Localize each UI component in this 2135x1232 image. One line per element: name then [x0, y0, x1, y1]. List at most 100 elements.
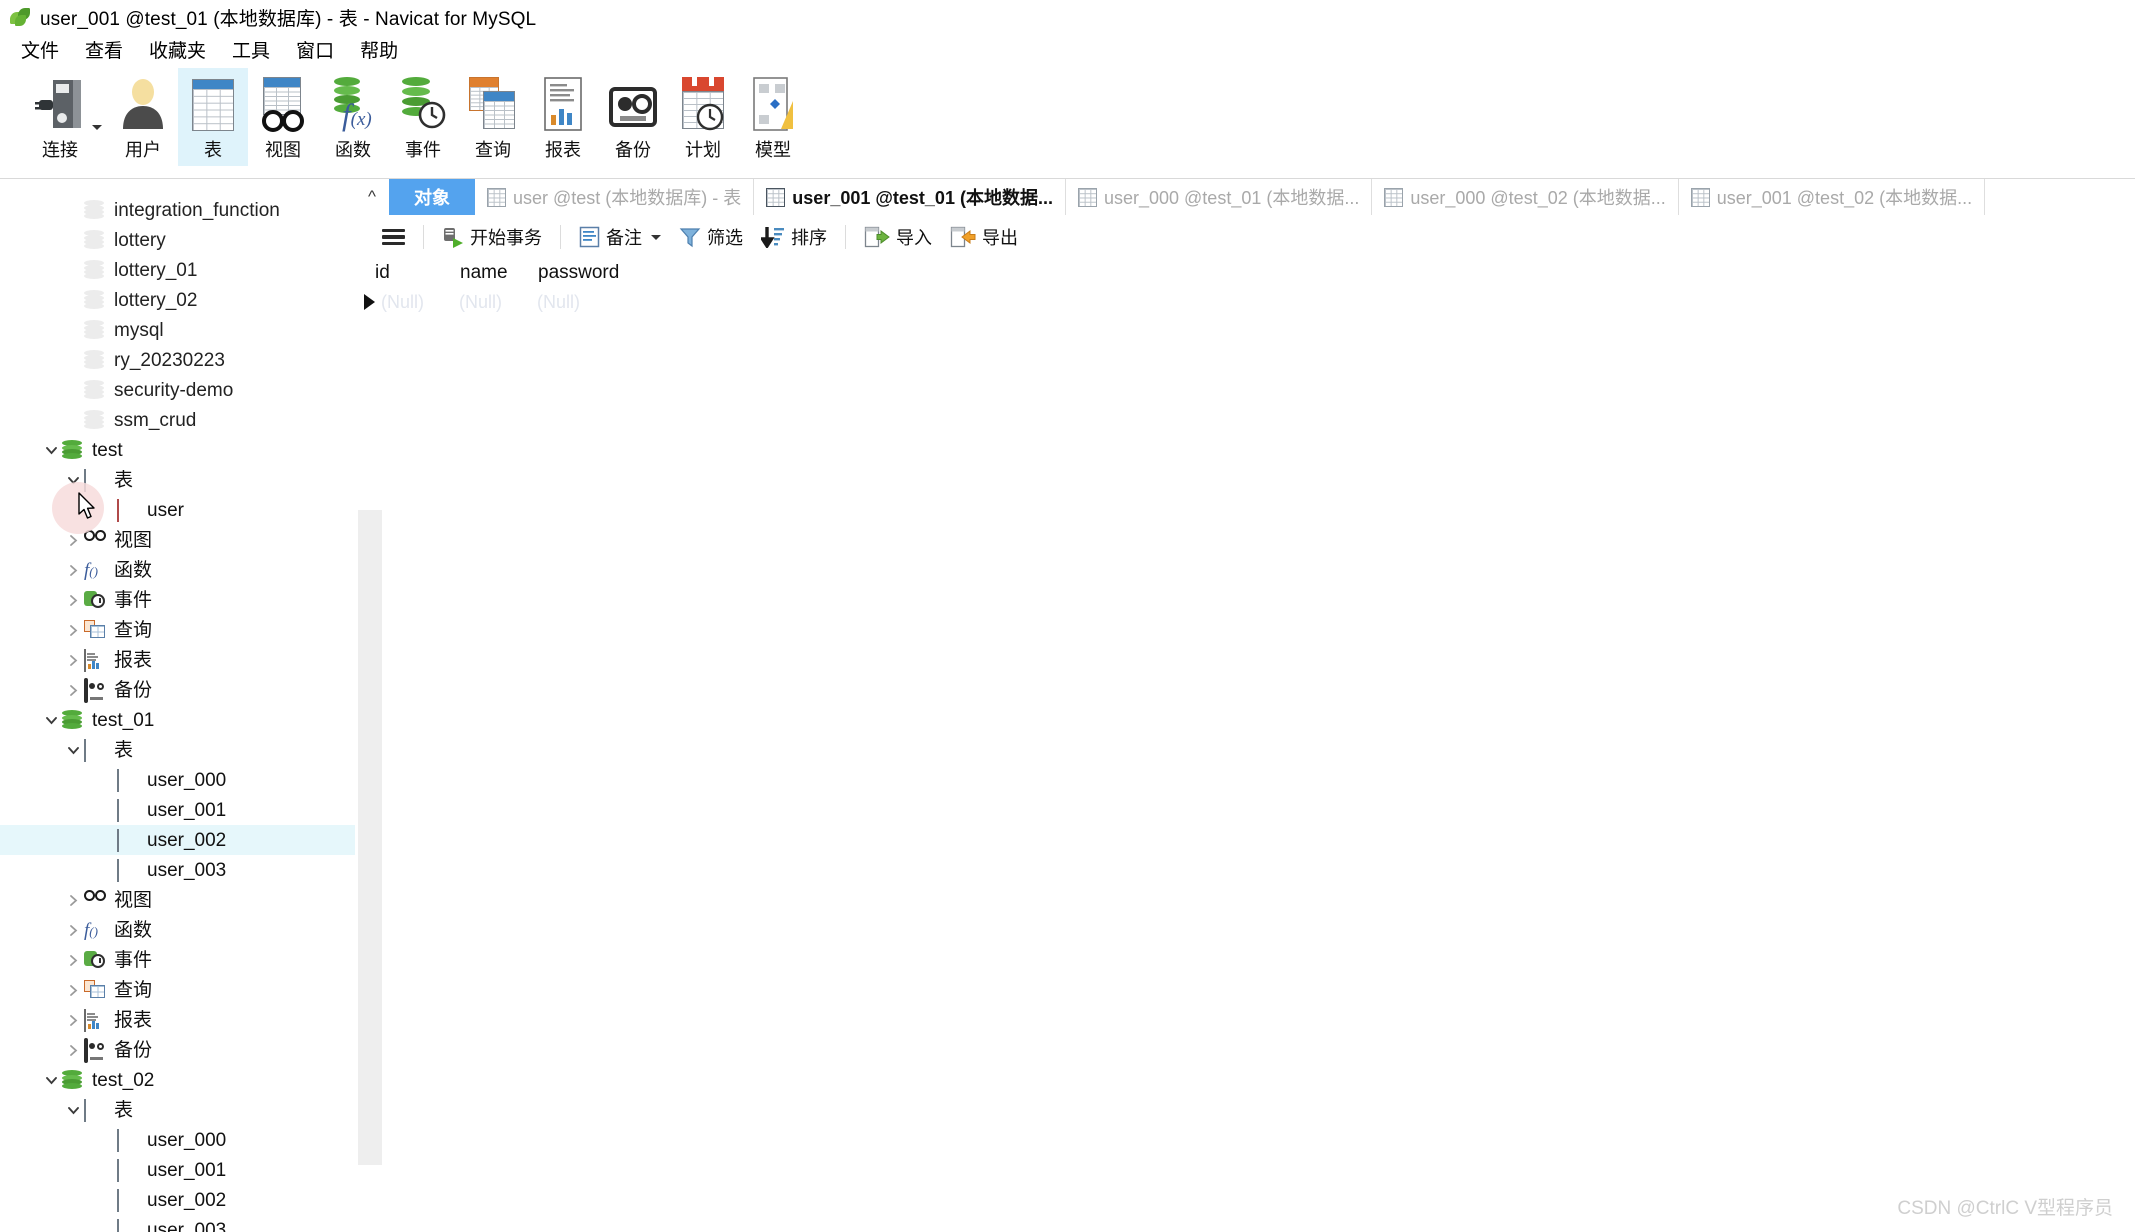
table-row[interactable]: (Null) (Null) (Null) [355, 288, 2135, 316]
tree-node--12[interactable]: f() 函数 [0, 555, 355, 585]
tree-node-user_003-22[interactable]: user_003 [0, 855, 355, 885]
toolbar-event-button[interactable]: 事件 [388, 68, 458, 166]
tree-node--15[interactable]: 报表 [0, 645, 355, 675]
toolbar-schedule-button[interactable]: 计划 [668, 68, 738, 166]
connection-dropdown-caret[interactable] [92, 125, 102, 130]
tree-node-label: ssm_crud [114, 409, 197, 431]
sidebar-scrollbar-thumb[interactable] [358, 510, 382, 1165]
chevron-right-icon[interactable] [62, 1044, 84, 1057]
tree-node--26[interactable]: 查询 [0, 975, 355, 1005]
chevron-right-icon[interactable] [62, 594, 84, 607]
filter-button[interactable]: 筛选 [670, 222, 752, 252]
chevron-down-icon[interactable] [62, 474, 84, 487]
tree-node-user_002-21[interactable]: user_002 [0, 825, 355, 855]
tree-node-user_000-19[interactable]: user_000 [0, 765, 355, 795]
chevron-right-icon[interactable] [62, 894, 84, 907]
tree-node-test_01-17[interactable]: test_01 [0, 705, 355, 735]
begin-transaction-button[interactable]: 开始事务 [433, 222, 551, 252]
tree-node--13[interactable]: 事件 [0, 585, 355, 615]
tree-node-user-10[interactable]: user [0, 495, 355, 525]
menu-tools[interactable]: 工具 [219, 34, 283, 65]
tree-node-label: user_002 [147, 829, 227, 851]
chevron-down-icon[interactable] [40, 1074, 62, 1087]
tree-node--25[interactable]: 事件 [0, 945, 355, 975]
menu-file[interactable]: 文件 [8, 34, 72, 65]
tree-node--28[interactable]: 备份 [0, 1035, 355, 1065]
tree-node-lottery_02-3[interactable]: lottery_02 [0, 285, 355, 315]
tab-user000-test02[interactable]: user_000 @test_02 (本地数据... [1372, 179, 1679, 215]
tree-node-ssm_crud-7[interactable]: ssm_crud [0, 405, 355, 435]
tree-node-user_002-33[interactable]: user_002 [0, 1185, 355, 1215]
menu-view[interactable]: 查看 [72, 34, 136, 65]
tree-node-integration_function-0[interactable]: integration_function [0, 195, 355, 225]
tree-node-mysql-4[interactable]: mysql [0, 315, 355, 345]
menu-help[interactable]: 帮助 [347, 34, 411, 65]
tree-node--30[interactable]: 表 [0, 1095, 355, 1125]
toolbar-connection-button[interactable]: 连接 [12, 68, 108, 166]
export-button[interactable]: 导出 [941, 222, 1027, 252]
database-tree[interactable]: integration_function lottery lottery_01 lot… [0, 195, 355, 1232]
toolbar-report-button[interactable]: 报表 [528, 68, 598, 166]
toolbar-user-button[interactable]: 用户 [108, 68, 178, 166]
tree-node--24[interactable]: f() 函数 [0, 915, 355, 945]
chevron-down-icon[interactable] [40, 714, 62, 727]
menu-window[interactable]: 窗口 [283, 34, 347, 65]
chevron-right-icon[interactable] [62, 654, 84, 667]
tree-node--9[interactable]: 表 [0, 465, 355, 495]
tree-node--14[interactable]: 查询 [0, 615, 355, 645]
tab-user001-test02[interactable]: user_001 @test_02 (本地数据... [1678, 179, 1986, 215]
chevron-right-icon[interactable] [62, 924, 84, 937]
grid-menu-button[interactable] [373, 223, 414, 251]
chevron-right-icon[interactable] [62, 534, 84, 547]
chevron-down-icon[interactable] [62, 1104, 84, 1117]
chevron-right-icon[interactable] [62, 624, 84, 637]
tree-node-user_001-20[interactable]: user_001 [0, 795, 355, 825]
toolbar-view-button[interactable]: 视图 [248, 68, 318, 166]
tree-node--23[interactable]: 视图 [0, 885, 355, 915]
import-button[interactable]: 导入 [855, 222, 941, 252]
chevron-right-icon[interactable] [62, 984, 84, 997]
toolbar-function-button[interactable]: f(x) 函数 [318, 68, 388, 166]
tree-node-ry_20230223-5[interactable]: ry_20230223 [0, 345, 355, 375]
tree-node--11[interactable]: 视图 [0, 525, 355, 555]
tree-node-test-8[interactable]: test [0, 435, 355, 465]
menu-favorites[interactable]: 收藏夹 [136, 34, 219, 65]
column-header-password[interactable]: password [538, 262, 619, 284]
chevron-right-icon[interactable] [62, 564, 84, 577]
tree-node-user_001-32[interactable]: user_001 [0, 1155, 355, 1185]
toolbar-query-button[interactable]: 查询 [458, 68, 528, 166]
toolbar-backup-button[interactable]: 备份 [598, 68, 668, 166]
chevron-down-icon[interactable] [40, 444, 62, 457]
note-button[interactable]: 备注 [570, 222, 670, 252]
chevron-right-icon[interactable] [62, 684, 84, 697]
chevron-down-icon[interactable] [62, 744, 84, 757]
tree-node-security-demo-6[interactable]: security-demo [0, 375, 355, 405]
sort-button[interactable]: 排序 [752, 222, 836, 252]
toolbar-table-button[interactable]: 表 [178, 68, 248, 166]
tab-user001-test01[interactable]: user_001 @test_01 (本地数据... [754, 179, 1066, 215]
tab-user000-test01[interactable]: user_000 @test_01 (本地数据... [1065, 179, 1373, 215]
tree-node-label: user_000 [147, 1129, 227, 1151]
tree-node-user_003-34[interactable]: user_003 [0, 1215, 355, 1232]
tables-folder-icon [84, 469, 86, 492]
chevron-right-icon[interactable] [62, 954, 84, 967]
tree-node-user_000-31[interactable]: user_000 [0, 1125, 355, 1155]
tree-node--16[interactable]: 备份 [0, 675, 355, 705]
tab-user-test[interactable]: user @test (本地数据库) - 表 [475, 179, 755, 215]
tree-node--18[interactable]: 表 [0, 735, 355, 765]
note-dropdown-caret[interactable] [651, 234, 661, 240]
tree-node-lottery_01-2[interactable]: lottery_01 [0, 255, 355, 285]
tab-objects[interactable]: 对象 [389, 179, 475, 215]
cell-name[interactable]: (Null) [459, 292, 537, 313]
cell-id[interactable]: (Null) [381, 292, 459, 313]
chevron-up-icon[interactable]: ^ [355, 179, 389, 215]
chevron-right-icon[interactable] [62, 1014, 84, 1027]
cell-password[interactable]: (Null) [537, 292, 580, 313]
tree-node-lottery-1[interactable]: lottery [0, 225, 355, 255]
column-header-name[interactable]: name [460, 262, 538, 284]
tree-node-icon [117, 499, 139, 522]
tree-node--27[interactable]: 报表 [0, 1005, 355, 1035]
column-header-id[interactable]: id [375, 262, 460, 284]
toolbar-model-button[interactable]: 模型 [738, 68, 808, 166]
tree-node-test_02-29[interactable]: test_02 [0, 1065, 355, 1095]
